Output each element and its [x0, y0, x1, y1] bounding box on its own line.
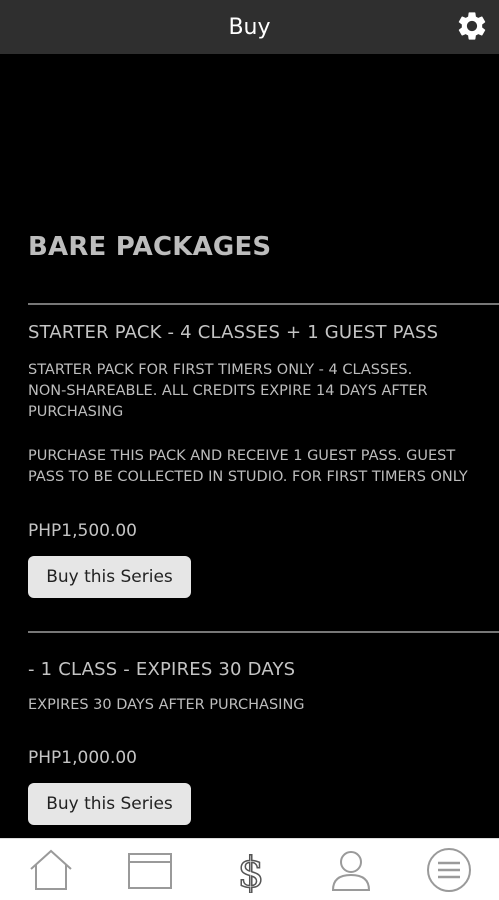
gear-icon[interactable]	[455, 9, 489, 43]
menu-icon[interactable]	[425, 847, 473, 893]
package-description-extra: PURCHASE THIS PACK AND RECEIVE 1 GUEST P…	[28, 446, 499, 488]
package-description-line: STARTER PACK FOR FIRST TIMERS ONLY - 4 C…	[28, 362, 413, 378]
package-price: PHP1,000.00	[28, 748, 137, 768]
package-description: EXPIRES 30 DAYS AFTER PURCHASING	[28, 695, 499, 716]
buy-series-button[interactable]: Buy this Series	[28, 556, 191, 598]
buy-series-button[interactable]: Buy this Series	[28, 783, 191, 825]
package-price: PHP1,500.00	[28, 521, 137, 541]
user-icon[interactable]	[327, 847, 375, 893]
dollar-icon[interactable]: $	[227, 847, 275, 898]
calendar-icon[interactable]	[126, 847, 174, 893]
home-icon[interactable]	[27, 847, 75, 893]
package-description-line: EXPIRES 30 DAYS AFTER PURCHASING	[28, 697, 305, 713]
main-content[interactable]: BARE PACKAGES STARTER PACK - 4 CLASSES +…	[0, 54, 499, 838]
package-description-line: PURCHASING	[28, 404, 124, 420]
package-description: STARTER PACK FOR FIRST TIMERS ONLY - 4 C…	[28, 360, 499, 423]
package-name: - 1 CLASS - EXPIRES 30 DAYS	[28, 659, 296, 680]
bottom-nav: $	[0, 838, 499, 900]
divider	[28, 631, 499, 633]
package-description-line: PURCHASE THIS PACK AND RECEIVE 1 GUEST P…	[28, 448, 456, 464]
svg-text:$: $	[238, 848, 265, 893]
divider	[28, 303, 499, 305]
package-description-line: PASS TO BE COLLECTED IN STUDIO. FOR FIRS…	[28, 469, 468, 485]
section-title: BARE PACKAGES	[28, 232, 272, 262]
package-name: STARTER PACK - 4 CLASSES + 1 GUEST PASS	[28, 322, 439, 343]
app-header: Buy	[0, 0, 499, 54]
package-description-line: NON-SHAREABLE. ALL CREDITS EXPIRE 14 DAY…	[28, 383, 428, 399]
page-title: Buy	[228, 14, 271, 40]
